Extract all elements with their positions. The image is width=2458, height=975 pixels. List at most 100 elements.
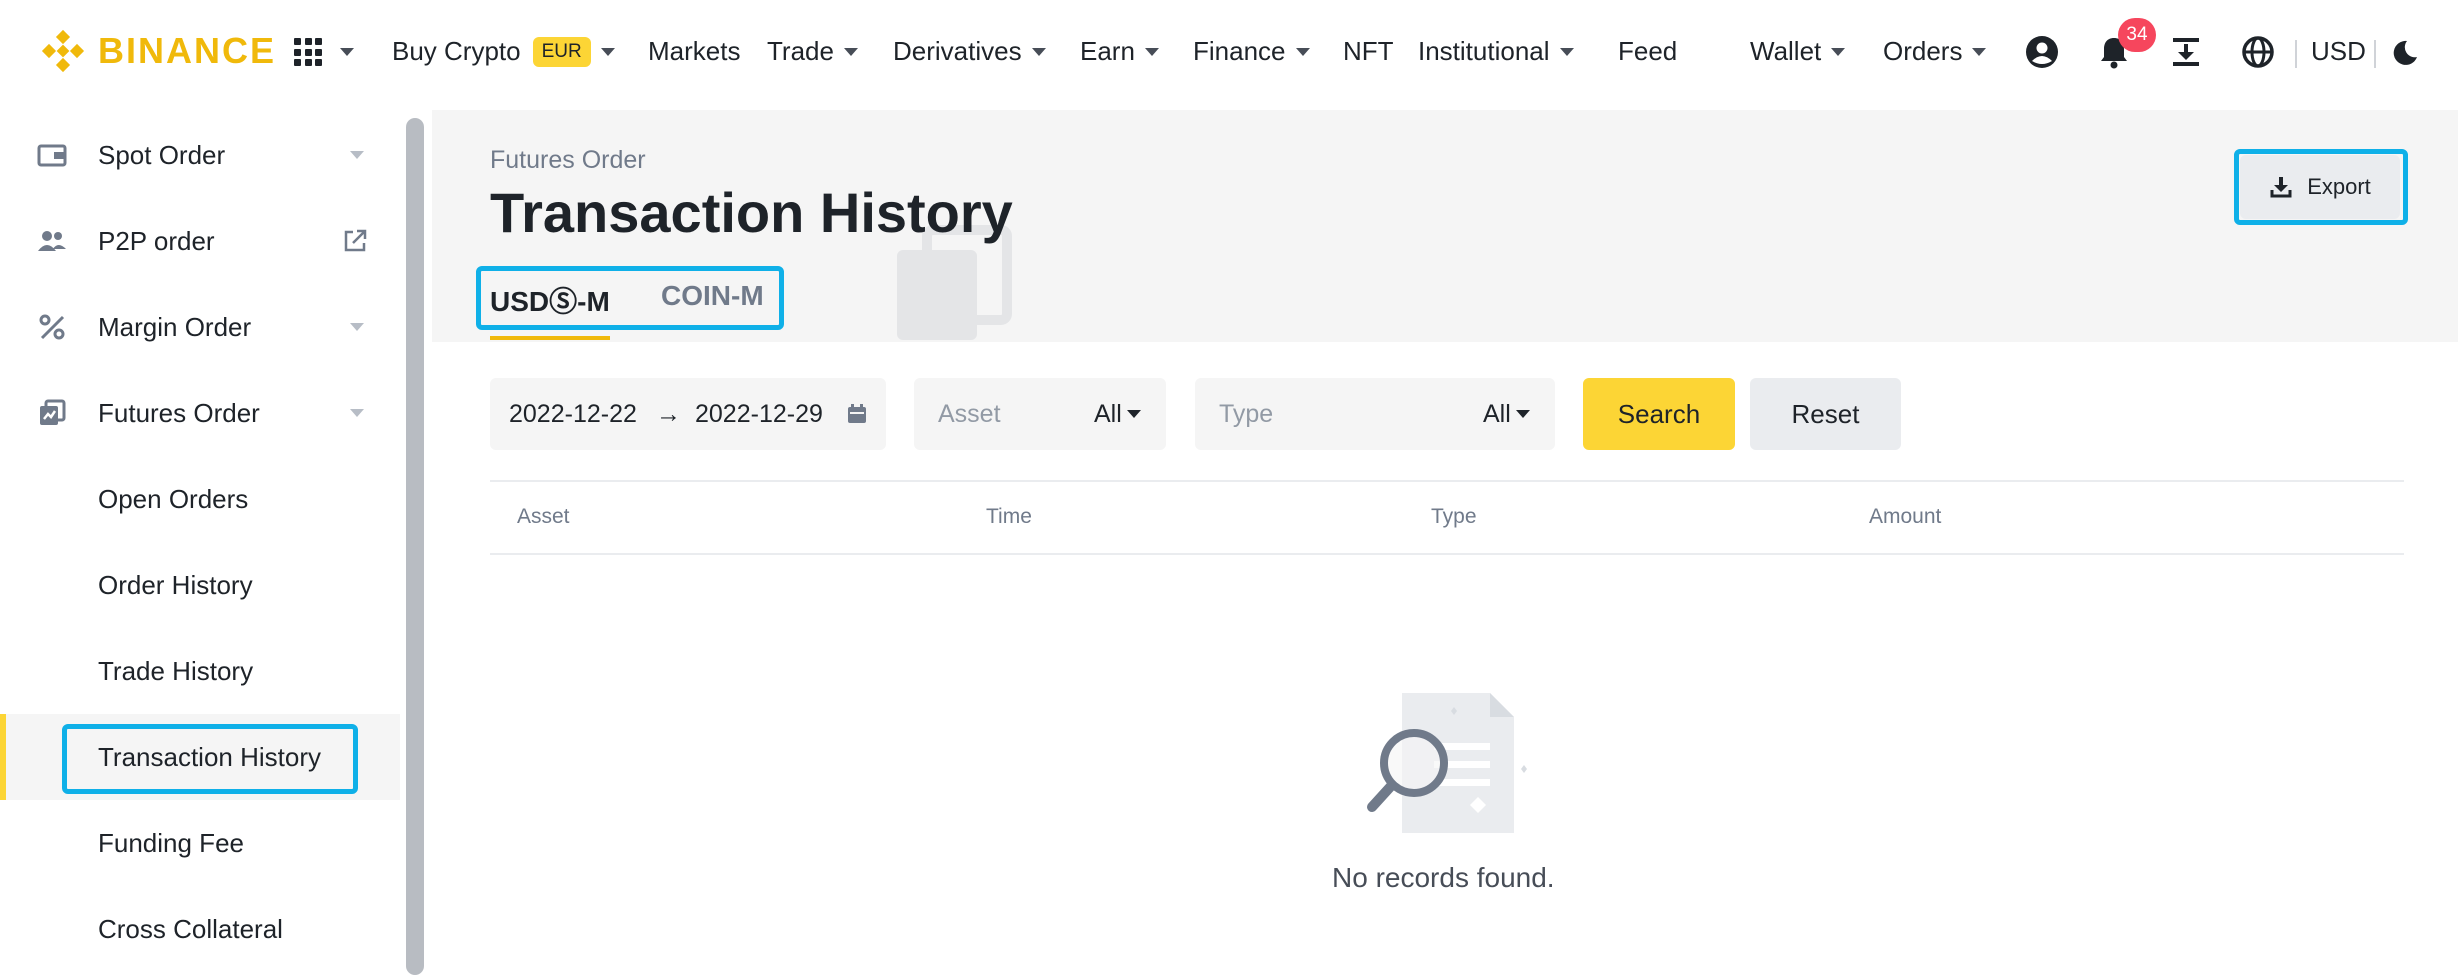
sidebar-item-futures-order[interactable]: Futures Order — [0, 370, 400, 456]
chevron-down-icon — [600, 47, 615, 56]
date-end[interactable]: 2022-12-29 — [695, 400, 823, 429]
sidebar-item-label: Futures Order — [98, 397, 260, 428]
chevron-down-icon — [1295, 47, 1310, 56]
nav-orders[interactable]: Orders — [1883, 36, 1987, 67]
nav-markets[interactable]: Markets — [648, 36, 740, 67]
date-range-picker[interactable]: 2022-12-22 → 2022-12-29 — [490, 378, 886, 450]
sidebar-item-label: Cross Collateral — [98, 913, 283, 944]
currency-label: USD — [2311, 36, 2366, 66]
sidebar-item-label: Funding Fee — [98, 827, 244, 858]
column-header-amount: Amount — [1869, 505, 1942, 528]
currency-selector[interactable]: USD — [2311, 36, 2366, 67]
column-header-time: Time — [986, 505, 1032, 528]
sidebar-item-funding-fee[interactable]: Funding Fee — [0, 800, 400, 886]
table-header-bottom-border — [490, 553, 2404, 555]
top-navigation-bar: BINANCE Buy Crypto EUR Markets Trade Der… — [0, 0, 2458, 110]
search-button[interactable]: Search — [1583, 378, 1735, 450]
users-icon — [38, 231, 66, 251]
globe-icon[interactable] — [2240, 34, 2276, 70]
nav-earn-label: Earn — [1080, 36, 1135, 66]
user-account-icon[interactable] — [2024, 34, 2060, 70]
calendar-icon — [848, 404, 866, 423]
date-range-arrow: → — [656, 399, 681, 428]
nav-wallet[interactable]: Wallet — [1750, 36, 1846, 67]
chevron-down-icon — [1031, 47, 1046, 56]
chevron-down-icon — [1144, 47, 1159, 56]
download-app-icon[interactable] — [2168, 34, 2204, 70]
chevron-down-icon — [1516, 410, 1530, 418]
chevron-down-icon — [1972, 47, 1987, 56]
sidebar-scrollbar-thumb[interactable] — [406, 118, 424, 975]
nav-buy-crypto-label: Buy Crypto — [392, 36, 521, 66]
page-title: Transaction History — [490, 181, 1013, 244]
date-start[interactable]: 2022-12-22 — [509, 400, 637, 429]
column-header-type: Type — [1431, 505, 1477, 528]
no-records-magnifier-icon — [1367, 693, 1527, 833]
apps-menu-button[interactable] — [294, 38, 354, 66]
table-header-top-border — [490, 480, 2404, 482]
highlight-box-transaction-history — [62, 724, 358, 794]
nav-institutional-label: Institutional — [1418, 36, 1550, 66]
sidebar-item-label: Spot Order — [98, 139, 226, 170]
dark-mode-moon-icon[interactable] — [2390, 38, 2420, 68]
sidebar-item-label: Order History — [98, 569, 253, 600]
binance-logo-icon — [41, 29, 85, 73]
chevron-down-icon — [843, 47, 858, 56]
external-link-icon — [344, 229, 367, 252]
chevron-down-icon — [350, 151, 364, 159]
chevron-down-icon — [1831, 47, 1846, 56]
highlight-box-tabs — [476, 266, 784, 330]
nav-feed-label: Feed — [1618, 36, 1678, 66]
column-header-asset: Asset — [517, 505, 570, 528]
highlight-box-export — [2234, 149, 2408, 225]
grid-icon — [294, 38, 322, 66]
divider — [2295, 40, 2297, 68]
nav-nft-label: NFT — [1343, 36, 1394, 66]
sidebar-item-order-history[interactable]: Order History — [0, 542, 400, 628]
chevron-down-icon — [1127, 410, 1141, 418]
nav-finance[interactable]: Finance — [1193, 36, 1310, 67]
sidebar-item-label: Trade History — [98, 655, 254, 686]
nav-nft[interactable]: NFT — [1343, 36, 1394, 67]
nav-trade-label: Trade — [767, 36, 834, 66]
asset-select-value: All — [1094, 399, 1122, 428]
chevron-down-icon — [340, 48, 354, 56]
notification-count-badge: 34 — [2118, 18, 2156, 52]
sidebar-item-trade-history[interactable]: Trade History — [0, 628, 400, 714]
active-tab-indicator — [490, 336, 610, 340]
type-select-value: All — [1483, 399, 1511, 428]
nav-feed[interactable]: Feed — [1618, 36, 1677, 67]
nav-institutional[interactable]: Institutional — [1418, 36, 1574, 67]
nav-buy-crypto[interactable]: Buy Crypto EUR — [392, 36, 615, 67]
type-select[interactable]: Type All — [1195, 378, 1555, 450]
reset-button[interactable]: Reset — [1750, 378, 1901, 450]
wallet-card-icon — [37, 144, 67, 167]
sidebar-item-cross-collateral[interactable]: Cross Collateral — [0, 886, 400, 972]
percent-icon — [39, 314, 65, 340]
asset-select[interactable]: Asset All — [914, 378, 1166, 450]
nav-earn[interactable]: Earn — [1080, 36, 1159, 67]
chevron-down-icon — [350, 323, 364, 331]
empty-state-message: No records found. — [1332, 862, 1555, 893]
nav-wallet-label: Wallet — [1750, 36, 1822, 66]
chevron-down-icon — [350, 409, 364, 417]
sidebar-item-label: P2P order — [98, 225, 215, 256]
nav-finance-label: Finance — [1193, 36, 1286, 66]
sidebar-item-spot-order[interactable]: Spot Order — [0, 112, 400, 198]
binance-logo[interactable]: BINANCE — [40, 28, 276, 74]
sidebar-item-label: Open Orders — [98, 483, 249, 514]
nav-derivatives[interactable]: Derivatives — [893, 36, 1046, 67]
sidebar-item-p2p-order[interactable]: P2P order — [0, 198, 400, 284]
sidebar-item-margin-order[interactable]: Margin Order — [0, 284, 400, 370]
divider — [2374, 40, 2376, 68]
brand-name: BINANCE — [98, 30, 277, 71]
futures-icon — [40, 399, 66, 425]
nav-orders-label: Orders — [1883, 36, 1963, 66]
nav-derivatives-label: Derivatives — [893, 36, 1022, 66]
nav-markets-label: Markets — [648, 36, 741, 66]
nav-trade[interactable]: Trade — [767, 36, 858, 67]
sidebar-item-open-orders[interactable]: Open Orders — [0, 456, 400, 542]
asset-select-placeholder: Asset — [938, 399, 1001, 428]
breadcrumb[interactable]: Futures Order — [490, 146, 646, 175]
sidebar-item-label: Margin Order — [98, 311, 252, 342]
